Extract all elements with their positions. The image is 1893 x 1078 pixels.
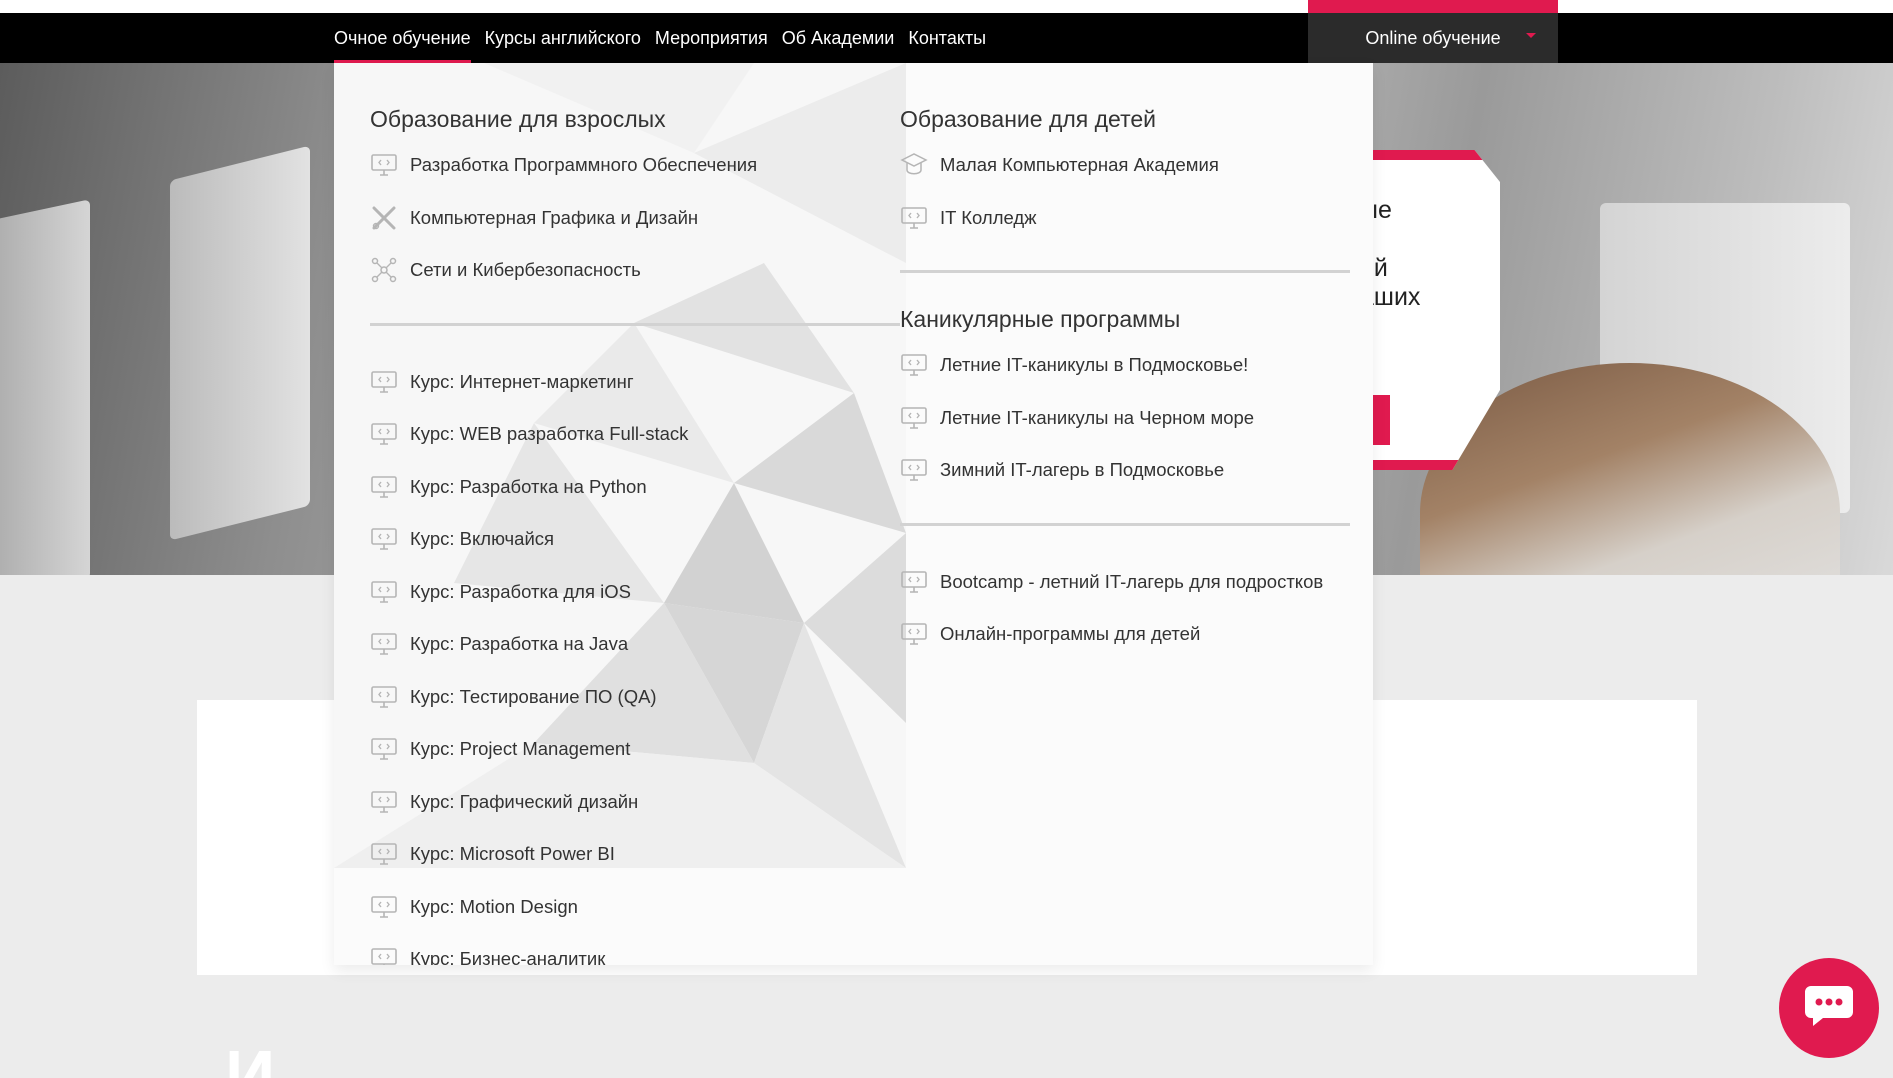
- kids-heading: Образование для детей: [900, 106, 1156, 132]
- menu-item-label: Курс: Тестирование ПО (QA): [410, 685, 657, 707]
- menu-item-label: Курс: WEB разработка Full-stack: [410, 423, 689, 445]
- menu-item-label: Курс: Разработка на Python: [410, 475, 647, 497]
- menu-item-graphics-design[interactable]: Компьютерная Графика и Дизайн: [370, 192, 900, 245]
- caret-down-icon: [1526, 33, 1536, 38]
- menu-item-course[interactable]: Курс: Бизнес-аналитик: [370, 933, 900, 965]
- mega-menu: Образование для взрослых Разработка Прог…: [334, 63, 1373, 965]
- menu-item-label: Малая Компьютерная Академия: [940, 154, 1219, 176]
- menu-item-course[interactable]: Курс: Motion Design: [370, 881, 900, 934]
- design-tools-icon: [370, 205, 398, 231]
- kids-column: Образование для детей Малая Компьютерная…: [900, 103, 1350, 661]
- menu-item-label: Сети и Кибербезопасность: [410, 259, 641, 281]
- monitor-code-icon: [370, 369, 398, 395]
- menu-item-networks-security[interactable]: Сети и Кибербезопасность: [370, 244, 900, 297]
- menu-item-label: Компьютерная Графика и Дизайн: [410, 206, 699, 228]
- menu-item-small-academy[interactable]: Малая Компьютерная Академия: [900, 139, 1350, 192]
- monitor-code-icon: [370, 526, 398, 552]
- graduation-cap-icon: [900, 152, 928, 178]
- menu-item-label: Курс: Бизнес-аналитик: [410, 948, 606, 965]
- monitor-code-icon: [900, 405, 928, 431]
- menu-item-label: Разработка Программного Обеспечения: [410, 154, 758, 176]
- chat-button[interactable]: [1779, 958, 1879, 1058]
- courses-list: Курс: Интернет-маркетинг Курс: WEB разраб…: [370, 356, 900, 965]
- menu-item-label: Курс: Microsoft Power BI: [410, 843, 615, 865]
- menu-divider: [900, 270, 1350, 273]
- menu-item-label: Курс: Разработка на Java: [410, 633, 629, 655]
- monitor-code-icon: [370, 894, 398, 920]
- hero-card-line: ые: [1360, 196, 1392, 224]
- menu-item-extra[interactable]: Онлайн-программы для детей: [900, 608, 1350, 661]
- menu-item-label: Зимний IT-лагерь в Подмосковье: [940, 459, 1225, 481]
- menu-item-course[interactable]: Курс: Разработка на Python: [370, 461, 900, 514]
- menu-item-course[interactable]: Курс: Интернет-маркетинг: [370, 356, 900, 409]
- menu-item-course[interactable]: Курс: Разработка для iOS: [370, 566, 900, 619]
- menu-item-course[interactable]: Курс: Разработка на Java: [370, 618, 900, 671]
- holiday-heading: Каникулярные программы: [900, 306, 1181, 332]
- network-icon: [370, 257, 398, 283]
- nav-item-full-time[interactable]: Очное обучение: [334, 13, 471, 63]
- hero-card-line: аших: [1360, 283, 1421, 311]
- monitor-code-icon: [370, 579, 398, 605]
- chat-bubble-icon: [1803, 984, 1855, 1033]
- menu-item-course[interactable]: Курс: WEB разработка Full-stack: [370, 408, 900, 461]
- nav-item-about[interactable]: Об Академии: [782, 13, 895, 63]
- menu-item-holiday[interactable]: Летние IT-каникулы в Подмосковье!: [900, 339, 1350, 392]
- monitor-code-icon: [370, 684, 398, 710]
- holiday-list: Летние IT-каникулы в Подмосковье! Летние …: [900, 339, 1350, 497]
- menu-item-course[interactable]: Курс: Включайся: [370, 513, 900, 566]
- monitor-code-icon: [900, 569, 928, 595]
- menu-item-label: Летние IT-каникулы в Подмосковье!: [940, 354, 1249, 376]
- monitor-code-icon: [370, 421, 398, 447]
- section-heading-partial: И: [225, 1036, 276, 1078]
- menu-divider: [900, 522, 1350, 526]
- monitor-code-icon: [900, 352, 928, 378]
- monitor-code-icon: [900, 621, 928, 647]
- monitor-code-icon: [370, 474, 398, 500]
- menu-item-course[interactable]: Курс: Графический дизайн: [370, 776, 900, 829]
- monitor-code-icon: [900, 457, 928, 483]
- menu-item-software-dev[interactable]: Разработка Программного Обеспечения: [370, 139, 900, 192]
- menu-item-label: Курс: Включайся: [410, 528, 555, 550]
- menu-item-extra[interactable]: Bootcamp - летний IT-лагерь для подростк…: [900, 556, 1350, 609]
- monitor-code-icon: [370, 946, 398, 965]
- monitor-code-icon: [370, 631, 398, 657]
- main-nav: Очное обучение Курсы английского Меропри…: [334, 13, 986, 63]
- menu-item-label: IT Колледж: [940, 206, 1037, 228]
- monitor-code-icon: [370, 841, 398, 867]
- menu-item-label: Курс: Разработка для iOS: [410, 580, 631, 602]
- extra-list: Bootcamp - летний IT-лагерь для подростк…: [900, 556, 1350, 661]
- nav-item-english[interactable]: Курсы английского: [485, 13, 641, 63]
- adults-column: Образование для взрослых Разработка Прог…: [370, 103, 900, 965]
- hero-monitor-center: [170, 145, 310, 541]
- menu-item-label: Курс: Интернет-маркетинг: [410, 370, 634, 392]
- menu-item-course[interactable]: Курс: Project Management: [370, 723, 900, 776]
- menu-divider: [370, 322, 900, 326]
- online-learning-label: Online обучение: [1365, 27, 1501, 48]
- monitor-code-icon: [370, 152, 398, 178]
- menu-item-holiday[interactable]: Зимний IT-лагерь в Подмосковье: [900, 444, 1350, 497]
- menu-item-label: Bootcamp - летний IT-лагерь для подростк…: [940, 570, 1324, 592]
- hero-card-line: ой: [1360, 254, 1388, 282]
- menu-item-label: Курс: Motion Design: [410, 895, 578, 917]
- menu-item-it-college[interactable]: IT Колледж: [900, 192, 1350, 245]
- menu-item-course[interactable]: Курс: Тестирование ПО (QA): [370, 671, 900, 724]
- menu-item-course[interactable]: Курс: Microsoft Power BI: [370, 828, 900, 881]
- menu-item-holiday[interactable]: Летние IT-каникулы на Черном море: [900, 392, 1350, 445]
- hero-monitor-left: [0, 199, 90, 575]
- menu-item-label: Онлайн-программы для детей: [940, 623, 1201, 645]
- adults-heading: Образование для взрослых: [370, 106, 666, 132]
- hero-card-line: [1360, 225, 1500, 254]
- top-strip: [0, 0, 1893, 13]
- monitor-code-icon: [370, 789, 398, 815]
- monitor-code-icon: [370, 736, 398, 762]
- menu-item-label: Летние IT-каникулы на Черном море: [940, 406, 1255, 428]
- menu-item-label: Курс: Графический дизайн: [410, 790, 639, 812]
- online-learning-dropdown[interactable]: Online обучение: [1308, 0, 1558, 63]
- nav-item-contacts[interactable]: Контакты: [908, 13, 986, 63]
- monitor-code-icon: [900, 205, 928, 231]
- menu-item-label: Курс: Project Management: [410, 738, 631, 760]
- nav-item-events[interactable]: Мероприятия: [655, 13, 768, 63]
